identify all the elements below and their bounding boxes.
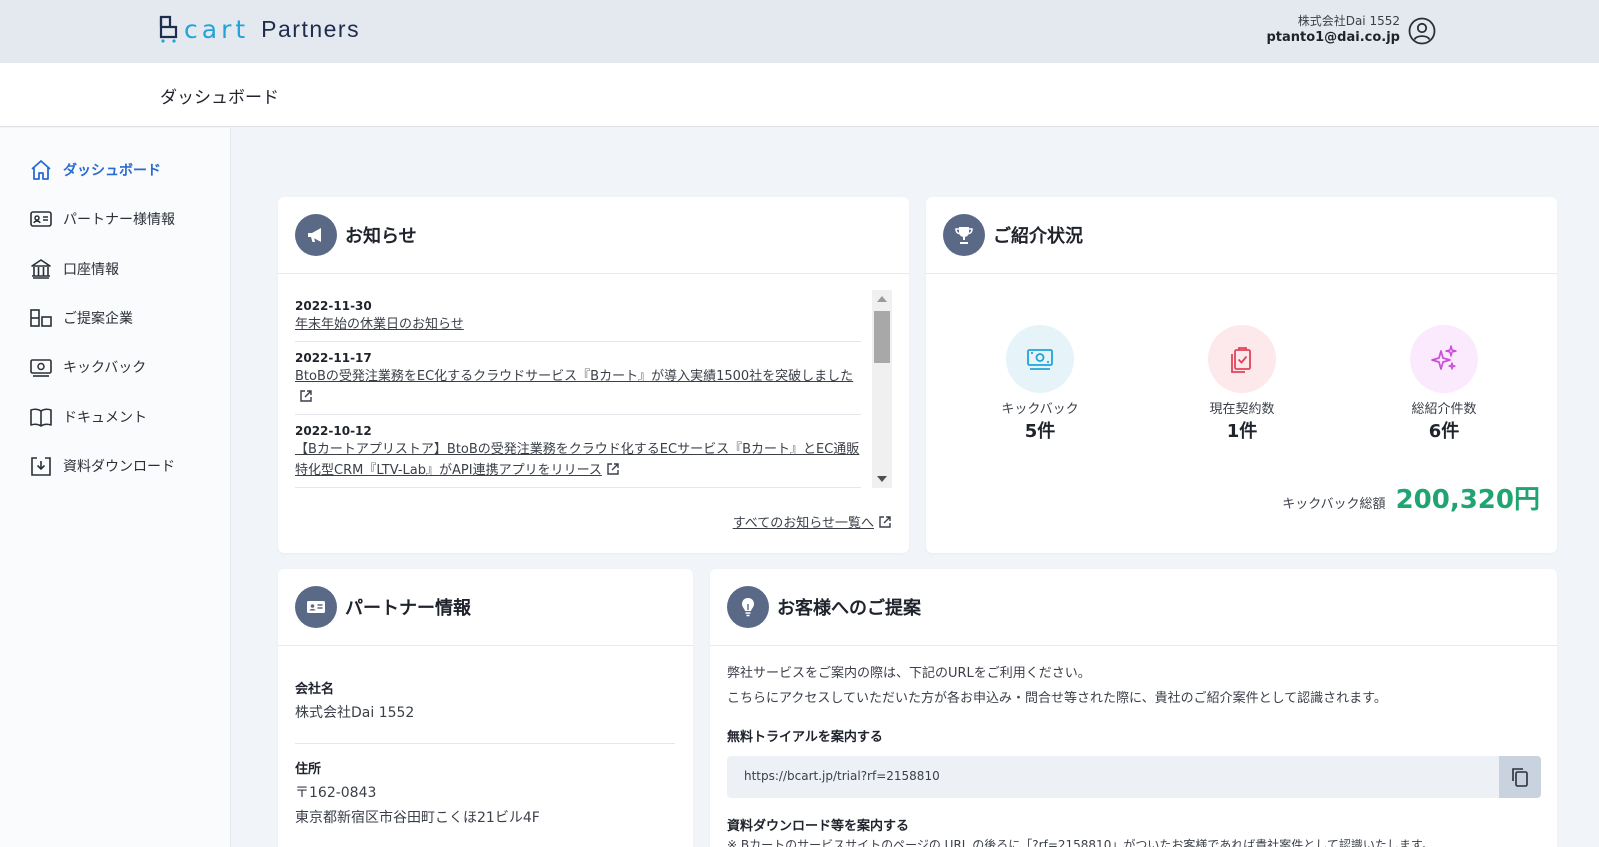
kickback-total-label: キックバック総額 bbox=[1282, 497, 1386, 512]
all-news-link[interactable]: すべてのお知らせ一覧へ bbox=[733, 512, 892, 531]
trophy-icon bbox=[943, 214, 985, 256]
external-link-icon bbox=[300, 390, 312, 402]
all-news-link-label: すべてのお知らせ一覧へ bbox=[732, 516, 874, 531]
news-link[interactable]: 【Bカートアプリストア】BtoBの受発注業務をクラウド化するECサービス『Bカー… bbox=[295, 442, 859, 478]
sidebar-item-label: ダッシュボード bbox=[63, 163, 161, 179]
bank-icon bbox=[31, 259, 51, 279]
megaphone-icon bbox=[295, 214, 337, 256]
company-field: 会社名 株式会社Dai 1552 bbox=[295, 679, 675, 726]
copy-url-button[interactable] bbox=[1499, 756, 1541, 798]
sidebar-item-label: ご提案企業 bbox=[63, 311, 133, 327]
stat-label: 総紹介件数 bbox=[1411, 402, 1477, 417]
proposal-description-2: こちらにアクセスしていただいた方が各お申込み・問合せ等された際に、貴社のご紹介案… bbox=[727, 691, 1387, 706]
scroll-up-arrow-icon[interactable] bbox=[872, 290, 892, 308]
referral-card: ご紹介状況 キックバック 5件 現在契約数 1件 総紹介件数 6件 キックバック… bbox=[926, 197, 1557, 553]
news-link[interactable]: BtoBの受発注業務をEC化するクラウドサービス『Bカート』が導入実績1500社… bbox=[295, 369, 853, 384]
sidebar-item-label: 資料ダウンロード bbox=[63, 459, 175, 475]
trial-url[interactable]: https://bcart.jp/trial?rf=2158810 bbox=[744, 769, 940, 783]
download-label: 資料ダウンロード等を案内する bbox=[727, 819, 910, 834]
news-item: 2022-11-17 BtoBの受発注業務をEC化するクラウドサービス『Bカート… bbox=[295, 342, 861, 415]
top-header: cart Partners 株式会社Dai 1552 ptanto1@dai.c… bbox=[0, 0, 1599, 63]
sidebar-item-partner-info[interactable]: パートナー様情報 bbox=[29, 205, 175, 233]
bcart-partners-logo[interactable]: cart Partners bbox=[158, 14, 360, 44]
account-email: ptanto1@dai.co.jp bbox=[1266, 30, 1400, 45]
sparkles-icon bbox=[1410, 325, 1478, 393]
sidebar: ダッシュボード パートナー様情報 口座情報 ご提案企業 キックバック ドキュメン… bbox=[0, 128, 231, 847]
stat-value: 1件 bbox=[1226, 421, 1258, 442]
logo-cart-text: cart bbox=[184, 14, 250, 44]
scroll-thumb[interactable] bbox=[874, 311, 890, 363]
postal-code: 〒162-0843 bbox=[295, 785, 377, 801]
page-title-bar: ダッシュボード bbox=[0, 63, 1599, 127]
account-company: 株式会社Dai 1552 bbox=[1297, 14, 1400, 28]
news-item: 2022-11-30 年末年始の休業日のお知らせ bbox=[295, 290, 861, 342]
stat-label: キックバック bbox=[1001, 402, 1079, 417]
lightbulb-icon bbox=[727, 586, 769, 628]
sidebar-item-downloads[interactable]: 資料ダウンロード bbox=[29, 452, 175, 480]
logo-partners-text: Partners bbox=[261, 15, 361, 42]
stat-total-referrals: 総紹介件数 6件 bbox=[1379, 325, 1509, 445]
sidebar-item-label: パートナー様情報 bbox=[63, 212, 175, 228]
copy-icon bbox=[1512, 768, 1528, 787]
account-menu[interactable]: 株式会社Dai 1552 ptanto1@dai.co.jp bbox=[1266, 14, 1436, 47]
download-icon bbox=[31, 457, 51, 476]
sidebar-item-label: ドキュメント bbox=[63, 410, 147, 426]
news-title: お知らせ bbox=[345, 226, 417, 247]
address-label: 住所 bbox=[295, 762, 322, 777]
id-card-icon bbox=[30, 211, 52, 227]
trial-label: 無料トライアルを案内する bbox=[727, 730, 883, 745]
sidebar-item-documents[interactable]: ドキュメント bbox=[29, 403, 147, 431]
partner-info-card: パートナー情報 会社名 株式会社Dai 1552 住所 〒162-0843 東京… bbox=[278, 569, 693, 847]
divider bbox=[295, 743, 675, 744]
scroll-down-arrow-icon[interactable] bbox=[872, 470, 892, 488]
stat-kickback: キックバック 5件 bbox=[975, 325, 1105, 445]
home-icon bbox=[31, 160, 51, 180]
book-icon bbox=[30, 408, 52, 427]
proposal-title: お客様へのご提案 bbox=[777, 598, 921, 619]
company-icon bbox=[30, 309, 52, 327]
bcart-logo-icon bbox=[158, 15, 180, 43]
id-card-icon bbox=[295, 586, 337, 628]
download-note: ※ Bカートのサービスサイトのページの URL の後ろに「?rf=2158810… bbox=[727, 838, 1434, 847]
news-date: 2022-11-17 bbox=[295, 351, 372, 365]
proposal-card: お客様へのご提案 弊社サービスをご案内の際は、下記のURLをご利用ください。 こ… bbox=[710, 569, 1557, 847]
kickback-total: キックバック総額 200,320円 bbox=[1282, 479, 1540, 516]
clipboard-check-icon bbox=[1208, 325, 1276, 393]
company-label: 会社名 bbox=[295, 682, 335, 697]
news-list[interactable]: 2022-11-30 年末年始の休業日のお知らせ 2022-11-17 BtoB… bbox=[295, 290, 861, 488]
stat-label: 現在契約数 bbox=[1209, 402, 1275, 417]
partner-info-title: パートナー情報 bbox=[345, 598, 471, 619]
news-scrollbar[interactable] bbox=[872, 290, 892, 488]
external-link-icon bbox=[607, 463, 619, 475]
company-value: 株式会社Dai 1552 bbox=[295, 705, 415, 721]
news-link[interactable]: 年末年始の休業日のお知らせ bbox=[295, 314, 861, 335]
proposal-description-1: 弊社サービスをご案内の際は、下記のURLをご利用ください。 bbox=[727, 666, 1091, 681]
news-card: お知らせ 2022-11-30 年末年始の休業日のお知らせ 2022-11-17… bbox=[278, 197, 909, 553]
stat-value: 5件 bbox=[1024, 421, 1056, 442]
money-icon bbox=[1006, 325, 1074, 393]
sidebar-item-label: キックバック bbox=[63, 360, 147, 376]
news-date: 2022-11-30 bbox=[295, 299, 372, 313]
page-title: ダッシュボード bbox=[160, 88, 279, 108]
external-link-icon bbox=[879, 516, 891, 528]
stat-contracts: 現在契約数 1件 bbox=[1177, 325, 1307, 445]
sidebar-item-kickback[interactable]: キックバック bbox=[29, 353, 146, 381]
stat-value: 6件 bbox=[1428, 421, 1460, 442]
money-icon bbox=[30, 359, 52, 377]
news-date: 2022-10-12 bbox=[295, 424, 372, 438]
sidebar-item-label: 口座情報 bbox=[63, 262, 119, 278]
trial-url-field[interactable]: https://bcart.jp/trial?rf=2158810 bbox=[727, 756, 1541, 798]
address-value: 東京都新宿区市谷田町こくほ21ビル4F bbox=[295, 810, 540, 826]
address-field: 住所 〒162-0843 東京都新宿区市谷田町こくほ21ビル4F bbox=[295, 759, 675, 831]
user-avatar-icon[interactable] bbox=[1408, 17, 1436, 45]
sidebar-item-dashboard[interactable]: ダッシュボード bbox=[29, 156, 161, 184]
referral-title: ご紹介状況 bbox=[993, 226, 1083, 247]
sidebar-item-bank[interactable]: 口座情報 bbox=[29, 255, 119, 283]
sidebar-item-companies[interactable]: ご提案企業 bbox=[29, 304, 133, 332]
kickback-total-amount: 200,320円 bbox=[1395, 485, 1540, 515]
news-item: 2022-10-12 【Bカートアプリストア】BtoBの受発注業務をクラウド化す… bbox=[295, 415, 861, 488]
